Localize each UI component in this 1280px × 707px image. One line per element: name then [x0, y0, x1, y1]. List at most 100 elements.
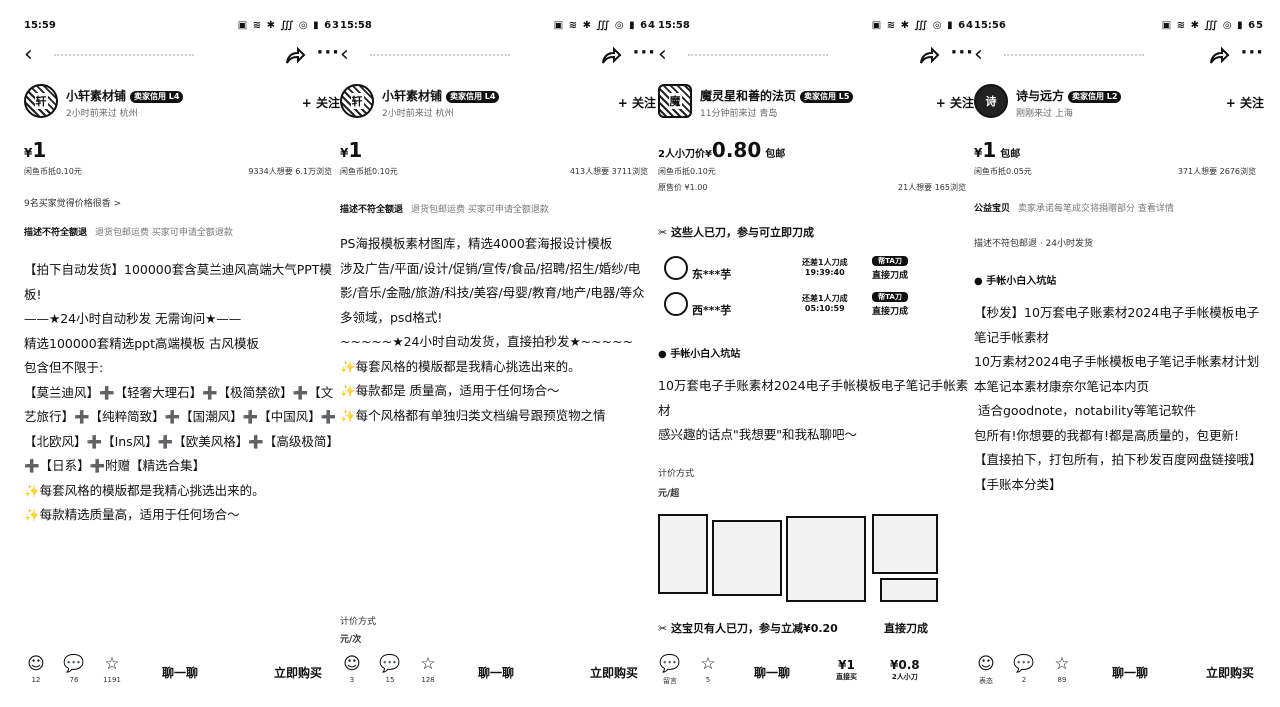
seller-name[interactable]: 小轩素材铺 卖家信用 L4: [66, 87, 184, 104]
comment-count: 15: [385, 676, 395, 684]
comment-button[interactable]: 💬 15: [378, 654, 402, 684]
cut-banner-button[interactable]: 直接刀成: [884, 620, 928, 636]
avatar[interactable]: 诗: [974, 84, 1008, 118]
favorite-button[interactable]: ☆ 89: [1050, 654, 1074, 684]
price-value: 1: [982, 138, 997, 162]
follow-button[interactable]: + 关注: [618, 94, 656, 111]
back-icon[interactable]: ‹: [24, 44, 44, 68]
charity-tag[interactable]: 公益宝贝 卖家承诺每笔成交将捐赠部分 查看详情: [974, 201, 1174, 214]
listing-panel-4: 15:56 ▣ ≋ ✱ ∭ ◎ ▮ 65 ‹ ··· 诗 诗与远方 卖家信用 L2…: [974, 0, 1264, 707]
seller-name[interactable]: 魔灵星和善的法页 卖家信用 L5: [700, 87, 854, 104]
bottom-bar: ☺ 3 💬 15 ☆ 128 聊一聊 立即购买: [340, 654, 656, 694]
like-button[interactable]: ☺ 12: [24, 654, 48, 684]
avatar[interactable]: 轩: [340, 84, 374, 118]
seller-name[interactable]: 小轩素材铺 卖家信用 L4: [382, 87, 500, 104]
back-icon[interactable]: ‹: [658, 44, 678, 68]
share-icon[interactable]: [600, 46, 622, 66]
helper-name: 西***芋: [692, 304, 732, 317]
like-count: 12: [31, 676, 41, 684]
more-icon[interactable]: ···: [632, 42, 656, 63]
avatar[interactable]: 轩: [24, 84, 58, 118]
guarantee-tag[interactable]: 描述不符全额退 退货包邮运费 买家可申请全额退款: [24, 225, 233, 238]
favorite-button[interactable]: ☆ 5: [696, 654, 720, 684]
more-icon[interactable]: ···: [1240, 42, 1264, 63]
listing-panel-3: 15:58 ▣ ≋ ✱ ∭ ◎ ▮ 64 ‹ ··· 魔 魔灵星和善的法页 卖家信…: [658, 0, 974, 707]
like-button[interactable]: ☺ 表态: [974, 654, 998, 686]
desc-line: 精选100000套精选ppt高端模板 古风模板: [24, 335, 259, 351]
comment-icon: 💬: [659, 654, 681, 674]
cut-now-button[interactable]: 帮TA刀 直接刀成: [872, 292, 909, 317]
shop-link[interactable]: ● 手帐小白入坑站: [974, 272, 1056, 287]
description: PS海报模板素材图库，精选4000套海报设计模板 涉及广告/平面/设计/促销/宣…: [340, 232, 654, 428]
follow-button[interactable]: + 关注: [936, 94, 974, 111]
seller-info[interactable]: 魔 魔灵星和善的法页 卖家信用 L5 11分钟前来过 青岛 + 关注: [658, 84, 974, 124]
comment-button[interactable]: 💬 76: [62, 654, 86, 684]
buy-direct-button[interactable]: ¥1 直接买: [836, 658, 857, 682]
share-icon[interactable]: [284, 46, 306, 66]
more-icon[interactable]: ···: [950, 42, 974, 63]
coin-deduct: 闲鱼币抵0.10元: [658, 167, 716, 176]
more-icon[interactable]: ···: [316, 42, 340, 63]
seller-name[interactable]: 诗与远方 卖家信用 L2: [1016, 87, 1122, 104]
status-time: 15:59: [24, 20, 56, 31]
chat-button[interactable]: 聊一聊: [162, 664, 198, 681]
seller-info[interactable]: 轩 小轩素材铺 卖家信用 L4 2小时前来过 杭州 + 关注: [24, 84, 340, 124]
share-icon[interactable]: [1208, 46, 1230, 66]
follow-button[interactable]: + 关注: [302, 94, 340, 111]
comment-icon: 💬: [63, 654, 85, 674]
like-button[interactable]: ☺ 3: [340, 654, 364, 684]
shop-link[interactable]: ● 手帐小白入坑站: [658, 345, 740, 360]
buy-button[interactable]: 立即购买: [1206, 664, 1254, 681]
charity-text: 卖家承诺每笔成交将捐赠部分 查看详情: [1018, 204, 1174, 214]
helper-timer: 05:10:59: [804, 304, 845, 313]
cut-now-button[interactable]: 帮TA刀 直接刀成: [872, 256, 909, 281]
seller-info[interactable]: 诗 诗与远方 卖家信用 L2 刚刚来过 上海 + 关注: [974, 84, 1264, 124]
chat-button[interactable]: 聊一聊: [478, 664, 514, 681]
guarantee-tag[interactable]: 描述不符全额退 退货包邮运费 买家可申请全额退款: [340, 202, 549, 215]
buy-button[interactable]: 立即购买: [274, 664, 322, 681]
credit-badge: 卖家信用 L4: [130, 91, 184, 103]
seller-info[interactable]: 轩 小轩素材铺 卖家信用 L4 2小时前来过 杭州 + 关注: [340, 84, 656, 124]
price-sub-row: 闲鱼币抵0.10元 9334人想要 6.1万浏览: [24, 166, 340, 178]
cut-label: 帮TA刀: [872, 256, 909, 266]
share-icon[interactable]: [918, 46, 940, 66]
cut-price-button[interactable]: ¥0.8 2人小刀: [890, 658, 920, 682]
nav-bar: ‹ ···: [24, 42, 340, 70]
product-images[interactable]: [658, 514, 938, 606]
helper-avatar: [664, 256, 688, 280]
price-prefix: 2人小刀价¥: [658, 149, 712, 160]
buy-direct-label: 直接买: [836, 673, 857, 681]
price-row: 2人小刀价¥0.80 包邮: [658, 138, 974, 164]
listing-panel-2: 15:58 ▣ ≋ ✱ ∭ ◎ ▮ 64 ‹ ··· 轩 小轩素材铺 卖家信用 L…: [340, 0, 656, 707]
helper-need: 还差1人刀成 05:10:59: [802, 294, 848, 313]
nav-title-blurred: [54, 54, 194, 60]
nav-bar: ‹ ···: [658, 42, 974, 70]
comment-button[interactable]: 💬 2: [1012, 654, 1036, 684]
buy-button[interactable]: 立即购买: [590, 664, 638, 681]
nav-title-blurred: [688, 54, 828, 60]
follow-button[interactable]: + 关注: [1226, 94, 1264, 111]
desc-line: 感兴趣的话点"我想要"和我私聊吧～: [658, 427, 857, 442]
guarantee-label: 描述不符全额退: [24, 228, 88, 238]
favorite-count: 5: [705, 676, 711, 684]
seller-meta: 刚刚来过 上海: [1016, 109, 1073, 119]
desc-line: PS海报模板素材图库，精选4000套海报设计模板: [340, 236, 613, 251]
desc-line: 涉及广告/平面/设计/促销/宣传/食品/招聘/招生/婚纱/电影/音乐/金融/旅游…: [340, 260, 645, 325]
desc-line: 包含但不限于:: [24, 360, 104, 375]
cut-banner[interactable]: ✂ 这宝贝有人已刀，参与立减¥0.20: [658, 620, 838, 636]
favorite-button[interactable]: ☆ 1191: [100, 654, 124, 684]
price-review-link[interactable]: 9名买家觉得价格很香 >: [24, 196, 121, 209]
avatar[interactable]: 魔: [658, 84, 692, 118]
nav-bar: ‹ ···: [974, 42, 1264, 70]
nav-bar: ‹ ···: [340, 42, 656, 70]
desc-line: ✨每款都是 质量高，适用于任何场合～: [340, 383, 560, 398]
chat-button[interactable]: 聊一聊: [1112, 664, 1148, 681]
status-icons: ▣ ≋ ✱ ∭ ◎ ▮ 64: [871, 20, 974, 31]
chat-button[interactable]: 聊一聊: [754, 664, 790, 681]
back-icon[interactable]: ‹: [340, 44, 360, 68]
cut-title: ✂ 这些人已刀，参与可立即刀成: [658, 226, 815, 239]
back-icon[interactable]: ‹: [974, 44, 994, 68]
price-sub-row: 闲鱼币抵0.05元 371人想要 2676浏览: [974, 166, 1264, 178]
comment-button[interactable]: 💬 留言: [658, 654, 682, 686]
favorite-button[interactable]: ☆ 128: [416, 654, 440, 684]
